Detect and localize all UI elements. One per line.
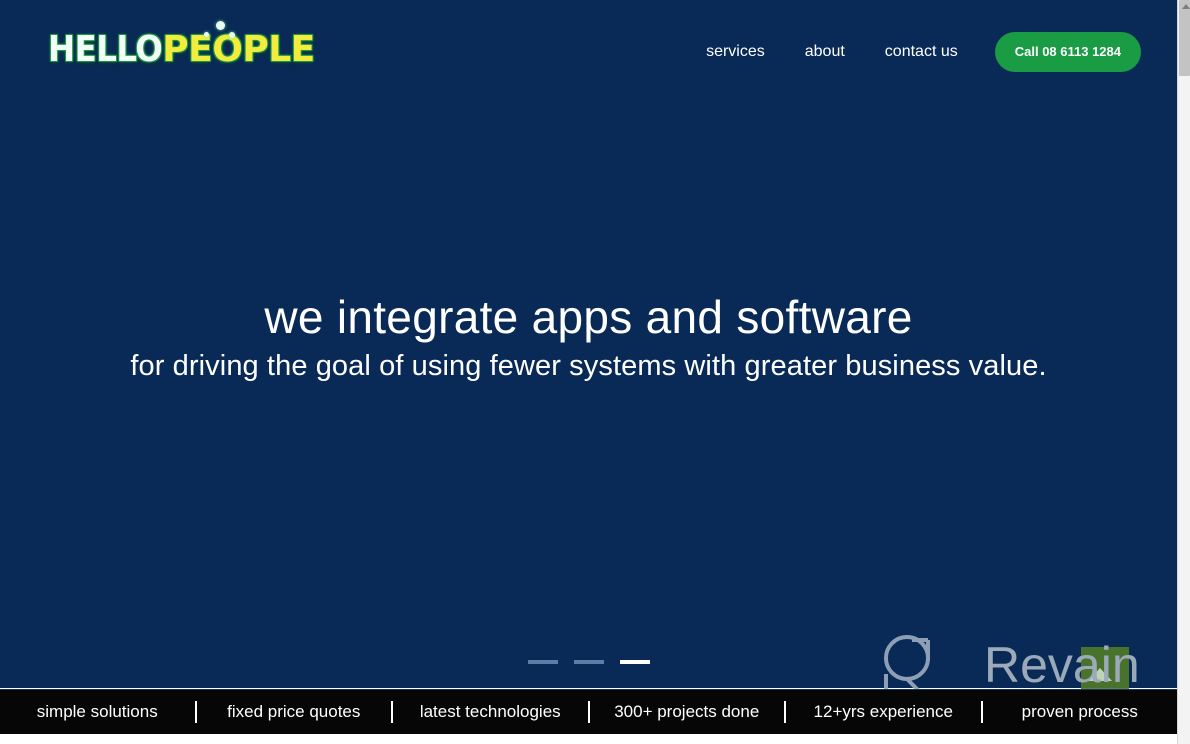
- scrollbar-thumb[interactable]: [1179, 0, 1190, 76]
- logo-bubble-icon: [216, 21, 225, 30]
- carousel-pagination: [0, 660, 1177, 664]
- vertical-scrollbar[interactable]: [1177, 0, 1190, 744]
- feature-item-proven-process[interactable]: proven process: [983, 701, 1178, 723]
- site-logo[interactable]: HELLOPEOPLE: [48, 18, 348, 76]
- feature-item-latest-technologies[interactable]: latest technologies: [393, 701, 590, 723]
- webpage: HELLOPEOPLE services about contact us Ca…: [0, 0, 1177, 744]
- revain-logo-icon: [884, 635, 930, 694]
- browser-viewport: HELLOPEOPLE services about contact us Ca…: [0, 0, 1190, 744]
- call-phone-button[interactable]: Call 08 6113 1284: [994, 32, 1141, 72]
- revain-accent-chip: [1081, 647, 1129, 692]
- carousel-dot-3[interactable]: [619, 660, 650, 664]
- nav-item-services[interactable]: services: [686, 42, 785, 62]
- carousel-dot-2[interactable]: [573, 660, 604, 664]
- revain-wordmark: Revain: [984, 637, 1140, 693]
- carousel-dot-1[interactable]: [527, 660, 558, 664]
- hero-headline: we integrate apps and software: [264, 291, 913, 343]
- hero-copy: we integrate apps and software for drivi…: [0, 290, 1177, 384]
- main-navigation: services about contact us Call 08 6113 1…: [686, 32, 1141, 72]
- scroll-up-arrow-icon[interactable]: [1182, 4, 1190, 9]
- site-header: HELLOPEOPLE services about contact us Ca…: [0, 0, 1177, 102]
- revain-arrow-icon: [1088, 668, 1112, 681]
- logo-wordmark: HELLOPEOPLE: [48, 31, 315, 69]
- logo-text-people: PEOPLE: [162, 29, 315, 70]
- logo-bubble-icon: [229, 32, 235, 38]
- feature-item-simple-solutions[interactable]: simple solutions: [0, 701, 197, 723]
- hero-subheadline: for driving the goal of using fewer syst…: [130, 350, 1047, 382]
- nav-item-contact-us[interactable]: contact us: [865, 42, 978, 62]
- feature-item-fixed-price-quotes[interactable]: fixed price quotes: [197, 701, 393, 723]
- logo-text-hello: HELLO: [48, 29, 163, 70]
- hero-section: HELLOPEOPLE services about contact us Ca…: [0, 0, 1177, 694]
- feature-strip: simple solutions fixed price quotes late…: [0, 689, 1177, 734]
- nav-item-about[interactable]: about: [785, 42, 865, 62]
- feature-item-projects-done[interactable]: 300+ projects done: [590, 701, 786, 723]
- logo-bubble-icon: [204, 32, 209, 37]
- feature-item-years-experience[interactable]: 12+yrs experience: [786, 701, 983, 723]
